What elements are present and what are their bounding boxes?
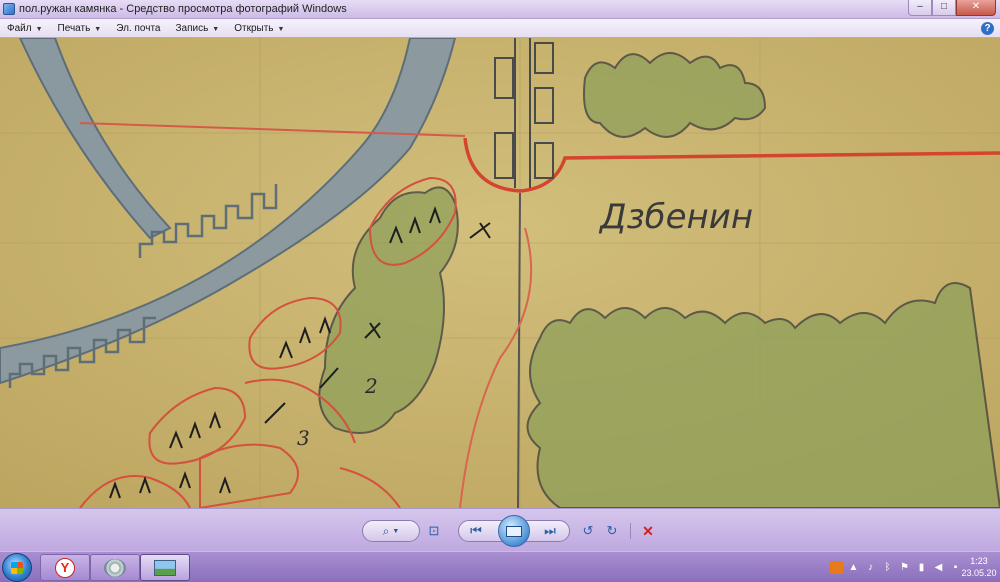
system-tray: ▲ ♪ ᛒ ⚑ ▮ ◀ ▪ — [830, 558, 962, 576]
menu-file-label: Файл — [7, 22, 32, 34]
chevron-down-icon: ▼ — [35, 25, 43, 33]
menu-email[interactable]: Эл. почта — [109, 23, 168, 34]
window-controls: – □ ✕ — [908, 0, 996, 17]
help-icon[interactable]: ? — [981, 22, 994, 35]
minimize-button[interactable]: – — [908, 0, 932, 16]
network-icon[interactable]: ▮ — [915, 561, 928, 574]
maximize-button[interactable]: □ — [932, 0, 956, 16]
menu-burn[interactable]: Запись ▼ — [168, 23, 227, 34]
media-player-icon — [104, 558, 126, 577]
fit-to-window-icon[interactable]: ⊡ — [424, 522, 444, 540]
slideshow-button[interactable] — [498, 515, 530, 547]
chevron-down-icon: ▼ — [277, 25, 285, 33]
rotate-ccw-icon[interactable]: ↺ — [578, 522, 598, 540]
chevron-down-icon: ▼ — [94, 25, 102, 33]
taskbar-media-player[interactable] — [90, 554, 140, 581]
volume-icon[interactable]: ♪ — [864, 561, 877, 574]
taskbar-photo-viewer[interactable] — [140, 554, 190, 581]
rotate-cw-icon[interactable]: ↻ — [602, 522, 622, 540]
speaker-icon[interactable]: ◀ — [932, 561, 945, 574]
viewer-toolbar: ⌕ ▼ ⊡ ⏮ ⏭ ↺ ↻ ✕ — [0, 508, 1000, 551]
menu-open-label: Открыть — [234, 22, 274, 34]
menu-email-label: Эл. почта — [116, 22, 161, 34]
map-image: 2 3 Дзбенин — [0, 38, 1000, 508]
menu-open[interactable]: Открыть ▼ — [227, 23, 292, 34]
slideshow-icon — [506, 525, 522, 537]
zoom-icon[interactable]: ⌕ — [383, 524, 390, 539]
photo-viewer-app-icon[interactable] — [3, 3, 15, 15]
start-button[interactable] — [2, 553, 32, 582]
menu-print-label: Печать — [57, 22, 91, 34]
previous-icon[interactable]: ⏮ — [466, 522, 486, 540]
taskbar-yandex-browser[interactable]: Y — [40, 554, 90, 581]
chevron-down-icon[interactable]: ▼ — [392, 528, 399, 535]
menu-print[interactable]: Печать ▼ — [51, 23, 110, 34]
bluetooth-icon[interactable]: ᛒ — [881, 561, 894, 574]
window-title: пол.ружан камянка - Средство просмотра ф… — [19, 3, 347, 15]
toolbar-divider — [630, 523, 631, 539]
next-icon[interactable]: ⏭ — [540, 522, 560, 540]
title-bar: пол.ружан камянка - Средство просмотра ф… — [0, 0, 1000, 19]
yandex-browser-icon: Y — [55, 557, 75, 578]
map-numeral-3: 3 — [297, 426, 310, 450]
map-numeral-2: 2 — [364, 374, 378, 398]
chevron-down-icon: ▼ — [212, 25, 220, 33]
image-viewport[interactable]: 2 3 Дзбенин — [0, 38, 1000, 508]
photo-viewer-icon — [154, 559, 176, 576]
action-center-flag-icon[interactable]: ⚑ — [898, 561, 911, 574]
clock-time: 1:23 — [970, 556, 988, 566]
system-clock[interactable]: 1:23 23.05.20 — [958, 555, 1000, 579]
delete-icon[interactable]: ✕ — [638, 522, 658, 540]
map-place-label: Дзбенин — [598, 197, 753, 237]
clock-date: 23.05.20 — [961, 568, 997, 578]
show-hidden-icons-icon[interactable]: ▲ — [847, 561, 860, 574]
menu-bar: Файл ▼ Печать ▼ Эл. почта Запись ▼ Открыть ▼… — [0, 19, 1000, 38]
taskbar: Y ▲ ♪ ᛒ ⚑ ▮ ◀ ▪ 1:23 23.05.20 — [0, 551, 1000, 582]
zoom-pill: ⌕ ▼ — [362, 520, 420, 542]
app-tray-icon[interactable] — [830, 560, 843, 574]
close-button[interactable]: ✕ — [956, 0, 996, 16]
menu-burn-label: Запись — [175, 22, 209, 34]
menu-file[interactable]: Файл ▼ — [0, 23, 51, 34]
